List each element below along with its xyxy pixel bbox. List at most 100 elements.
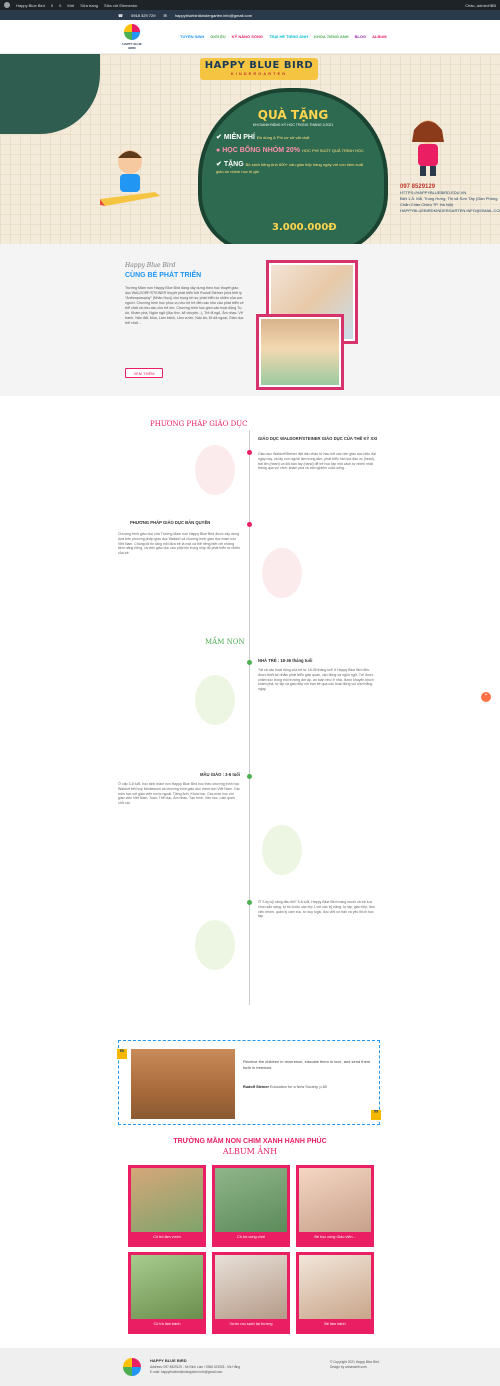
- kindergarten-title: MẦM NON: [205, 638, 245, 646]
- album-card[interactable]: Cô trò làm bánh: [128, 1252, 206, 1334]
- methods-title: PHƯƠNG PHÁP GIÁO DỤC: [150, 420, 248, 428]
- footer-copyright: © Copyright 2021 Happy Blue Bird Design …: [330, 1360, 379, 1370]
- gift-line-free-label: MIỄN PHÍ: [223, 134, 255, 141]
- admin-bar: Happy Blue Bird 0 0 Mới Sửa trang Sửa vớ…: [0, 0, 500, 10]
- gallery-title: TRƯỜNG MẦM NON CHIM XANH HẠNH PHÚC: [173, 1138, 327, 1145]
- album-card[interactable]: Vườn rau sạch tại trường: [212, 1252, 290, 1334]
- hero-email: HAPPYBLUEBIRDKINDERGARTEN.INFO@GMAIL.COM: [400, 208, 500, 213]
- girl-illustration: [412, 120, 444, 176]
- timeline-line: [249, 655, 250, 1005]
- gallery-subtitle: ALBUM ẢNH: [222, 1147, 278, 1156]
- site-footer: HAPPY BLUE BIRD Address: 097 8529129 - M…: [0, 1348, 500, 1386]
- admin-item[interactable]: 0: [59, 3, 61, 8]
- footer-email[interactable]: E-mail: happybluebirdkindergarten.info@g…: [150, 1370, 240, 1375]
- timeline-dot: [247, 660, 252, 665]
- kid-on-pencil-illustration: [100, 150, 160, 206]
- main-nav: TUYỂN SINH GIỚI ỆU KỸ NĂNG SỐNG TRẠI HÈ …: [180, 34, 387, 39]
- site-logo[interactable]: HAPPY BLUE BIRD: [120, 24, 144, 50]
- album-card[interactable]: Cô trò cùng chơi: [212, 1165, 290, 1247]
- gift-price: 3.000.000Đ: [272, 222, 337, 233]
- quote-close-icon: ”: [371, 1110, 381, 1120]
- logo-mark: [124, 24, 140, 40]
- about-section: Happy Blue Bird CÙNG BÉ PHÁT TRIỂN Trườn…: [0, 244, 500, 396]
- quote-author: Rudolf Steiner Education for a New Socie…: [243, 1085, 327, 1089]
- methods-block2-text: Chương trình giáo dục của Trường Mầm non…: [118, 532, 241, 556]
- top-contact-bar: ☎ 0918 329 729 ✉ happybluebirdkindergart…: [0, 10, 500, 20]
- footer-address: Address: 097 8529129 - Mr Đinh Lam / 096…: [150, 1365, 240, 1374]
- about-script-title: Happy Blue Bird: [125, 262, 176, 269]
- gift-line-free: ✔ MIỄN PHÍ Đồ dùng & Phí cơ sở vật chất: [216, 133, 370, 141]
- nav-item-tuyen-sinh[interactable]: TUYỂN SINH: [180, 34, 204, 39]
- gift-title: QUÀ TẶNG: [257, 108, 329, 122]
- album-card[interactable]: Cô trò làm vườn: [128, 1165, 206, 1247]
- album-photo: [215, 1255, 287, 1319]
- read-more-button[interactable]: XEM THÊM: [125, 368, 163, 378]
- gift-line-books-label: TẶNG: [223, 161, 244, 168]
- top-email[interactable]: happybluebirdkindergarten.info@gmail.com: [175, 13, 252, 18]
- footer-logo[interactable]: [123, 1358, 141, 1376]
- kindergarten-block2-text: Ở cấp 3-6 tuổi, học sinh mầm non Happy B…: [118, 782, 240, 806]
- album-caption: Vườn rau sạch tại trường: [229, 1322, 273, 1326]
- gift-line-scholarship: ● HỌC BỔNG NHÓM 20% HỌC PHÍ SUỐT QUÃ TRÌ…: [216, 147, 370, 154]
- decor-blob: [0, 54, 100, 134]
- hero-subtitle: KINDERGARTEN: [230, 71, 288, 76]
- admin-edit-elementor[interactable]: Sửa với Elementor: [104, 3, 138, 8]
- nav-item-gioi-thieu[interactable]: GIỚI ỆU: [210, 34, 225, 39]
- child-silhouette-icon: [195, 445, 235, 495]
- wordpress-icon[interactable]: [4, 2, 10, 8]
- children-playing-icon: [262, 548, 302, 598]
- child-dancing-icon: [262, 825, 302, 875]
- album-caption: Cô trò làm vườn: [153, 1235, 181, 1239]
- kindergarten-block1-title: NHÀ TRẺ : 18-36 tháng tuổi: [258, 658, 313, 663]
- kindergarten-block2-title: MẪU GIÁO : 3-6 tuổi: [200, 772, 241, 777]
- quote-author-name: Rudolf Steiner: [243, 1085, 269, 1089]
- album-photo: [215, 1168, 287, 1232]
- nav-item-blog[interactable]: BLOG: [355, 34, 367, 39]
- nav-item-trai-he[interactable]: TRẠI HÈ TIẾNG ANH: [269, 34, 308, 39]
- album-caption: Bé làm bánh: [324, 1322, 346, 1326]
- kindergarten-block3-text: Ở "Lớp kỹ năng đầu đời" 5-6 tuổi, Happy …: [258, 900, 375, 919]
- quote-text: Receive the children in reverence, educa…: [243, 1059, 371, 1070]
- album-photo: [299, 1168, 371, 1232]
- child-reading-icon: [195, 920, 235, 970]
- gift-line-scholarship-detail: HỌC PHÍ SUỐT QUÃ TRÌNH HỌC: [301, 148, 364, 153]
- site-header: HAPPY BLUE BIRD TUYỂN SINH GIỚI ỆU KỸ NĂ…: [0, 20, 500, 54]
- admin-site-name[interactable]: Happy Blue Bird: [16, 3, 45, 8]
- admin-item[interactable]: 0: [51, 3, 53, 8]
- methods-block1-text: Giáo dục Waldorf/Steiner đặt dấu chân từ…: [258, 452, 376, 471]
- hero-title-box: HAPPY BLUE BIRD KINDERGARTEN: [200, 58, 318, 80]
- methods-block2-title: PHƯƠNG PHÁP GIÁO DỤC BẢN QUYỀN: [130, 520, 211, 525]
- hero-title: HAPPY BLUE BIRD: [204, 60, 314, 71]
- nav-item-album[interactable]: ALBUM: [372, 34, 386, 39]
- scroll-to-top-icon[interactable]: ⌃: [481, 692, 491, 702]
- about-title: CÙNG BÉ PHÁT TRIỂN: [125, 272, 202, 279]
- girl-reading-photo: [256, 314, 344, 390]
- quote-author-note: Education for a New Society, p.80: [270, 1085, 327, 1089]
- album-card[interactable]: Bé làm bánh: [296, 1252, 374, 1334]
- album-card[interactable]: Bé học cùng Giáo viên...: [296, 1165, 374, 1247]
- top-phone[interactable]: 0918 329 729: [131, 13, 155, 18]
- kindergarten-block1-text: Tất cả các hoạt động của trẻ từ 18-36 th…: [258, 668, 374, 692]
- album-photo: [299, 1255, 371, 1319]
- child-running-icon: [195, 675, 235, 725]
- admin-new[interactable]: Mới: [67, 3, 74, 8]
- timeline-dot: [247, 450, 252, 455]
- album-photo: [131, 1168, 203, 1232]
- admin-greeting[interactable]: Chào, adminHBB: [465, 3, 496, 8]
- design-credit[interactable]: Design by anhanweb.com: [330, 1365, 379, 1370]
- album-photo: [131, 1255, 203, 1319]
- admin-edit-page[interactable]: Sửa trang: [80, 3, 98, 8]
- gift-line-books: ✔ TẶNG Bộ sách tiếng Anh 600+ câu giao t…: [216, 160, 370, 175]
- timeline-dot: [247, 774, 252, 779]
- about-text: Trường Mầm non Happy Blue Bird đang xây …: [125, 286, 244, 325]
- check-icon: ✔: [216, 161, 224, 168]
- hero-banner[interactable]: HAPPY BLUE BIRD KINDERGARTEN QUÀ TẶNG KH…: [0, 54, 500, 244]
- album-caption: Cô trò cùng chơi: [236, 1235, 266, 1239]
- quote-open-icon: “: [117, 1049, 127, 1059]
- nav-item-khoa-tieng-anh[interactable]: KHÓA TIẾNG ANH: [314, 34, 349, 39]
- album-caption: Bé học cùng Giáo viên...: [314, 1235, 356, 1239]
- hero-address: Biệt 1 Ả. M8, Trung Hưng, Thị xã Sơn Tây…: [400, 196, 498, 207]
- logo-text: HAPPY BLUE BIRD: [122, 42, 142, 50]
- nav-item-ky-nang-song[interactable]: KỸ NĂNG SỐNG: [232, 34, 263, 39]
- chalkboard: QUÀ TẶNG KHI DANH ĐĂNG KÝ HỌC TRONG THÁN…: [198, 88, 388, 244]
